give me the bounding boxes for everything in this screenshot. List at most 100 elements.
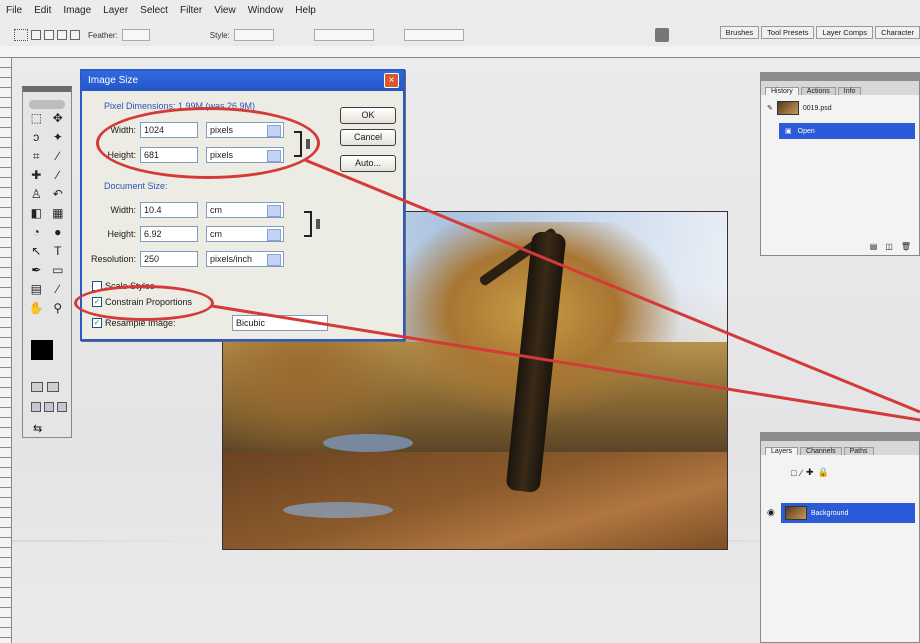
- stamp-tool-icon[interactable]: ♙: [27, 186, 46, 202]
- menu-image[interactable]: Image: [63, 5, 91, 16]
- eyedropper-tool-icon[interactable]: ⁄: [49, 281, 68, 297]
- brush-tool-icon[interactable]: ∕: [49, 167, 68, 183]
- tab-history[interactable]: History: [765, 87, 799, 95]
- magic-wand-tool-icon[interactable]: ✦: [49, 129, 68, 145]
- lock-move-icon[interactable]: ✚: [806, 467, 814, 478]
- resolution-unit-select[interactable]: pixels/inch: [206, 251, 284, 267]
- tab-info[interactable]: Info: [837, 87, 862, 95]
- foreground-color-swatch[interactable]: [31, 340, 53, 360]
- dodge-tool-icon[interactable]: ●: [49, 224, 68, 240]
- layer-name: Background: [811, 509, 849, 517]
- menu-file[interactable]: File: [6, 5, 22, 16]
- menu-view[interactable]: View: [214, 5, 236, 16]
- tab-layers[interactable]: Layers: [765, 447, 799, 455]
- history-brush-source-icon[interactable]: ✎: [767, 104, 773, 112]
- screen-modes: [31, 402, 67, 412]
- doc-link-bracket: [304, 211, 312, 237]
- blur-tool-icon[interactable]: ◔: [27, 224, 46, 240]
- visibility-eye-icon[interactable]: ◉: [767, 507, 775, 518]
- ok-button[interactable]: OK: [340, 107, 396, 124]
- auto-button[interactable]: Auto...: [340, 155, 396, 172]
- healing-tool-icon[interactable]: ✚: [27, 167, 46, 183]
- hand-tool-icon[interactable]: ✋: [27, 300, 46, 316]
- doc-height-input[interactable]: 6.92: [140, 226, 198, 242]
- height-input[interactable]: [403, 29, 464, 41]
- pen-tool-icon[interactable]: ✒: [27, 262, 46, 278]
- path-select-tool-icon[interactable]: ↖: [27, 243, 46, 259]
- marquee-icon[interactable]: [14, 29, 28, 41]
- lasso-tool-icon[interactable]: ↄ: [27, 129, 46, 145]
- resolution-label: Resolution:: [90, 254, 136, 264]
- new-selection-icon[interactable]: [31, 30, 41, 40]
- type-tool-icon[interactable]: T: [49, 243, 68, 259]
- toolbox-grip[interactable]: [29, 100, 65, 109]
- style-select[interactable]: [233, 29, 274, 41]
- history-snapshot[interactable]: ✎ 0019.psd: [767, 101, 832, 115]
- jump-to-imageready-icon[interactable]: ⇆: [33, 422, 42, 435]
- tab-actions[interactable]: Actions: [800, 87, 836, 95]
- gradient-tool-icon[interactable]: ▦: [49, 205, 68, 221]
- marquee-tool-icon[interactable]: ⬚: [27, 110, 46, 126]
- resolution-input[interactable]: 250: [140, 251, 198, 267]
- vertical-ruler: [0, 58, 12, 643]
- feather-label: Feather:: [88, 30, 118, 40]
- lock-brush-icon[interactable]: ∕: [800, 468, 802, 478]
- photo-water: [323, 434, 413, 452]
- eraser-tool-icon[interactable]: ◧: [27, 205, 46, 221]
- screen-mode-standard-icon[interactable]: [31, 402, 41, 412]
- tab-channels[interactable]: Channels: [800, 447, 842, 455]
- zoom-tool-icon[interactable]: ⚲: [49, 300, 68, 316]
- new-snapshot-icon[interactable]: ◫: [885, 242, 893, 251]
- doc-width-input[interactable]: 10.4: [140, 202, 198, 218]
- palette-well: Brushes Tool Presets Layer Comps Charact…: [719, 26, 920, 39]
- new-document-icon[interactable]: ▤: [870, 242, 878, 251]
- intersect-selection-icon[interactable]: [70, 30, 80, 40]
- resolution-row: Resolution: 250 pixels/inch: [82, 251, 284, 267]
- doc-width-unit-select[interactable]: cm: [206, 202, 284, 218]
- screen-mode-menu-icon[interactable]: [44, 402, 54, 412]
- menu-filter[interactable]: Filter: [180, 5, 202, 16]
- lock-transparency-icon[interactable]: □: [791, 468, 796, 478]
- menu-select[interactable]: Select: [140, 5, 168, 16]
- move-tool-icon[interactable]: ✥: [49, 110, 68, 126]
- doc-height-unit-select[interactable]: cm: [206, 226, 284, 242]
- history-brush-tool-icon[interactable]: ↶: [49, 186, 68, 202]
- menu-edit[interactable]: Edit: [34, 5, 51, 16]
- subtract-selection-icon[interactable]: [57, 30, 67, 40]
- tab-character[interactable]: Character: [875, 26, 920, 39]
- brush-palette-icon[interactable]: [655, 28, 669, 42]
- quick-mask-icon[interactable]: [47, 382, 59, 392]
- doc-chain-link-icon: [316, 219, 320, 229]
- dialog-titlebar[interactable]: Image Size ×: [82, 71, 403, 91]
- notes-tool-icon[interactable]: ▤: [27, 281, 46, 297]
- toolbox: ⬚ ✥ ↄ ✦ ⌗ ∕ ✚ ∕ ♙ ↶ ◧ ▦ ◔ ● ↖ T ✒ ▭ ▤ ⁄ …: [22, 86, 72, 438]
- resample-method-select[interactable]: Bicubic: [232, 315, 328, 331]
- cancel-button[interactable]: Cancel: [340, 129, 396, 146]
- resample-image-check-icon[interactable]: ✓: [92, 318, 102, 328]
- photo-water-lower: [283, 502, 393, 518]
- menu-help[interactable]: Help: [295, 5, 316, 16]
- shape-tool-icon[interactable]: ▭: [49, 262, 68, 278]
- crop-tool-icon[interactable]: ⌗: [27, 148, 46, 164]
- history-panel-titlebar[interactable]: [761, 73, 919, 81]
- menu-window[interactable]: Window: [248, 5, 284, 16]
- slice-tool-icon[interactable]: ∕: [49, 148, 68, 164]
- add-selection-icon[interactable]: [44, 30, 54, 40]
- constrain-proportions-highlight: [74, 285, 214, 321]
- trash-icon[interactable]: 🗑: [901, 242, 911, 251]
- standard-mode-icon[interactable]: [31, 382, 43, 392]
- tab-tool-presets[interactable]: Tool Presets: [761, 26, 815, 39]
- close-icon[interactable]: ×: [384, 73, 399, 88]
- width-input[interactable]: [313, 29, 374, 41]
- lock-all-icon[interactable]: 🔒: [818, 467, 829, 478]
- tab-brushes[interactable]: Brushes: [719, 26, 760, 39]
- layer-background[interactable]: Background: [781, 503, 915, 523]
- menu-layer[interactable]: Layer: [103, 5, 128, 16]
- layers-panel-titlebar[interactable]: [761, 433, 919, 441]
- screen-mode-full-icon[interactable]: [57, 402, 67, 412]
- tab-layer-comps[interactable]: Layer Comps: [816, 26, 874, 39]
- tab-paths[interactable]: Paths: [843, 447, 874, 455]
- history-step-open[interactable]: ▣ Open: [779, 123, 915, 139]
- style-label: Style:: [209, 30, 230, 40]
- feather-input[interactable]: [121, 29, 150, 41]
